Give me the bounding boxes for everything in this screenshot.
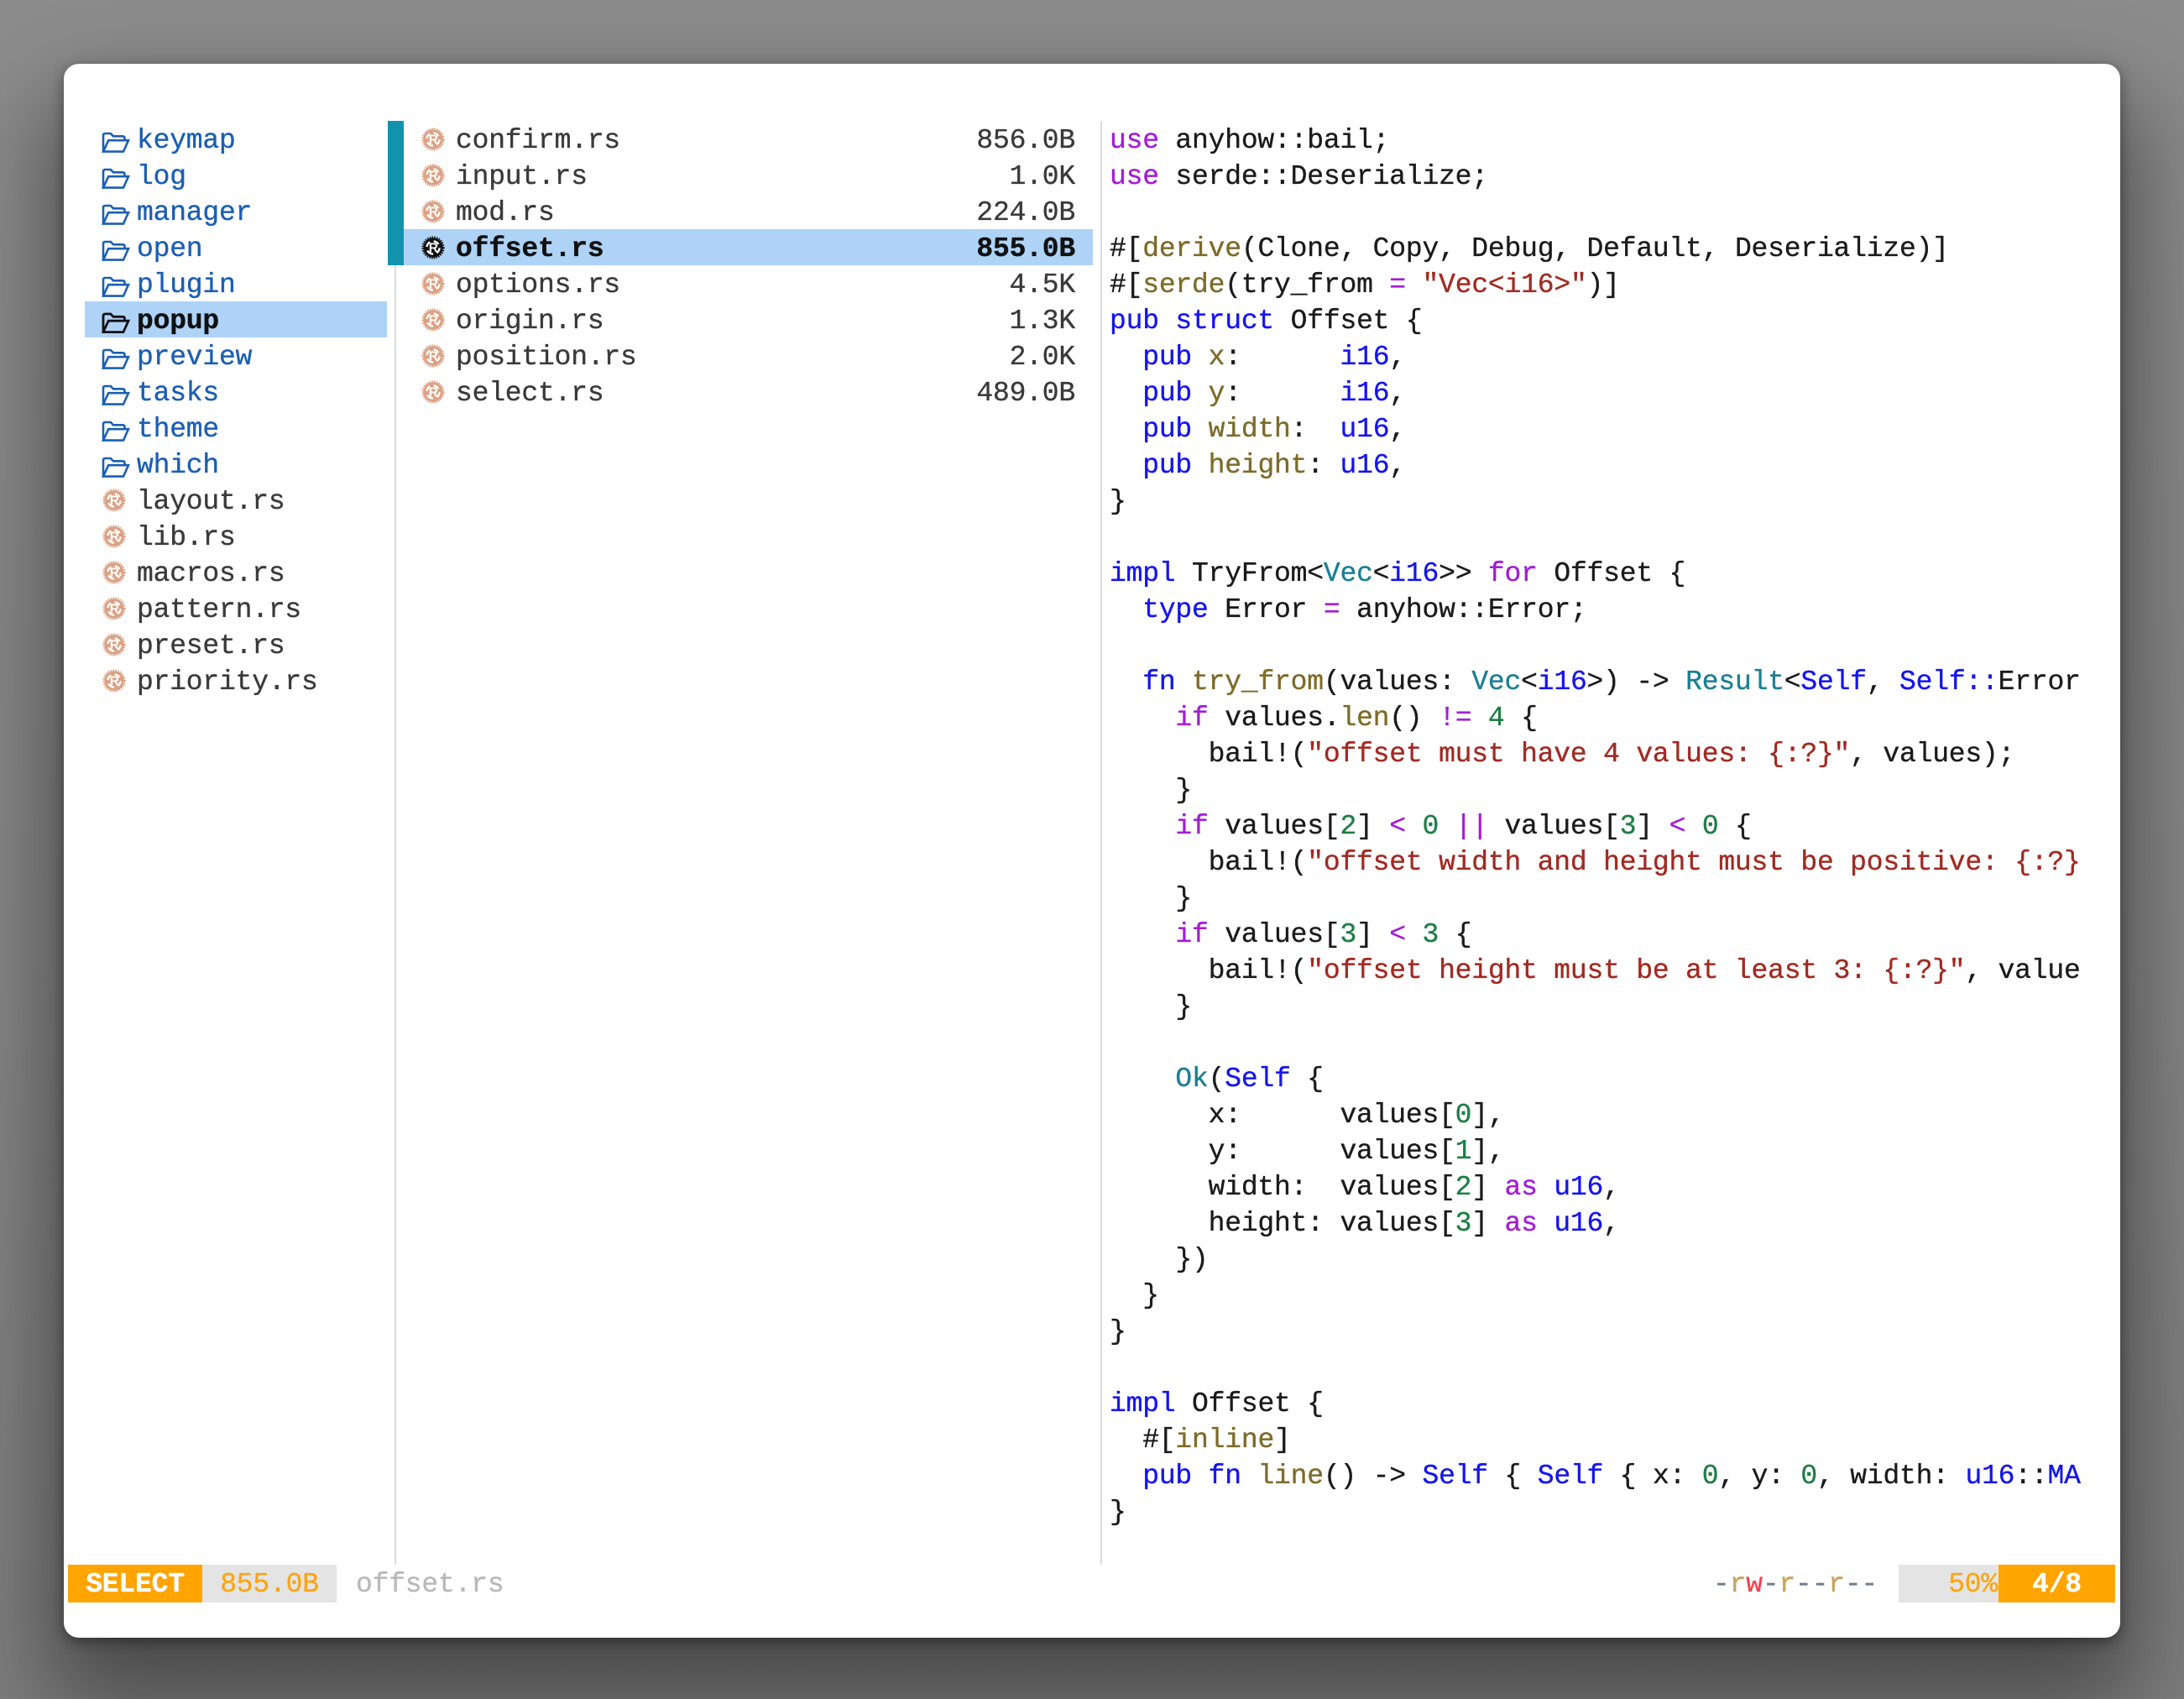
svg-text:R: R [429, 206, 438, 220]
svg-text:R: R [429, 278, 438, 292]
svg-text:R: R [110, 567, 119, 581]
svg-text:R: R [110, 494, 119, 509]
svg-text:R: R [110, 639, 119, 653]
svg-text:R: R [429, 350, 438, 364]
svg-text:R: R [110, 675, 119, 689]
svg-text:R: R [110, 603, 119, 617]
svg-text:R: R [429, 170, 438, 184]
svg-text:R: R [429, 133, 438, 148]
svg-text:R: R [429, 314, 438, 328]
svg-text:R: R [429, 386, 438, 400]
svg-text:R: R [110, 531, 119, 545]
svg-text:R: R [429, 242, 438, 256]
